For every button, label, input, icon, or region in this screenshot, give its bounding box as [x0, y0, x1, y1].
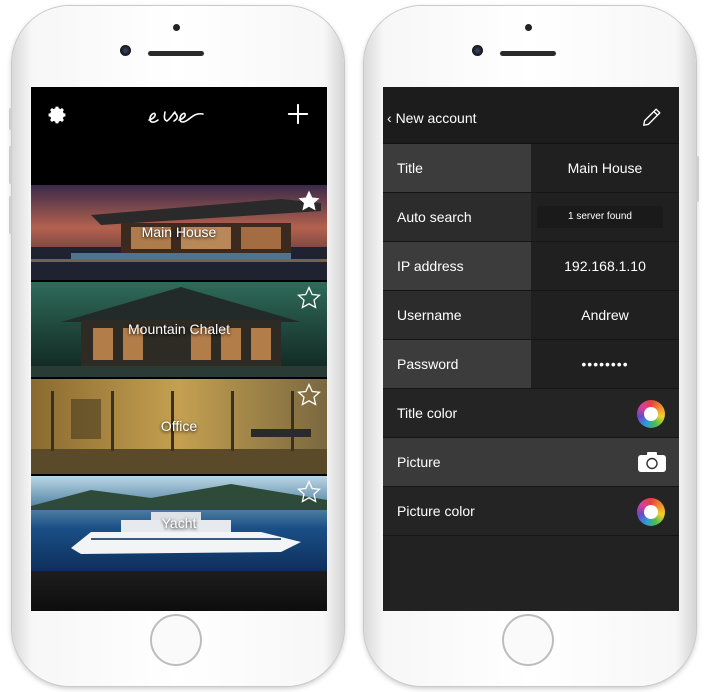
right-screen: ‹ New account Title Main House Auto sear…: [383, 87, 679, 611]
star-icon[interactable]: [297, 383, 321, 407]
star-icon[interactable]: [297, 286, 321, 310]
gear-icon[interactable]: [46, 104, 68, 126]
row-ip-address[interactable]: IP address 192.168.1.10: [383, 242, 679, 291]
place-label: Office: [160, 418, 198, 434]
place-label: Main House: [141, 224, 217, 240]
place-label: Mountain Chalet: [128, 321, 230, 337]
row-label: Picture: [397, 454, 441, 470]
row-label: Title: [397, 160, 423, 176]
color-wheel-icon[interactable]: [637, 498, 665, 526]
camera-icon[interactable]: [637, 451, 667, 473]
earpiece-speaker: [500, 51, 556, 56]
left-screen: Main House Mountain Chalet Office Yacht: [31, 87, 327, 611]
row-label: IP address: [397, 258, 464, 274]
place-tile-mountain-chalet[interactable]: Mountain Chalet: [31, 282, 327, 377]
row-password[interactable]: Password ••••••••: [383, 340, 679, 389]
nav-bar: ‹ New account: [383, 87, 679, 144]
eve-logo: [148, 111, 204, 123]
title-value[interactable]: Main House: [531, 160, 679, 176]
volume-up-button: [9, 146, 12, 184]
front-camera: [472, 45, 483, 56]
back-label: New account: [395, 110, 477, 126]
volume-down-button: [9, 196, 12, 234]
ip-address-value[interactable]: 192.168.1.10: [531, 258, 679, 274]
row-label: Username: [397, 307, 462, 323]
row-title-color[interactable]: Title color: [383, 389, 679, 438]
auto-search-value[interactable]: 1 server found: [537, 206, 663, 228]
power-button: [696, 156, 699, 202]
color-wheel-icon[interactable]: [637, 400, 665, 428]
phone-left: Main House Mountain Chalet Office Yacht: [9, 6, 344, 686]
back-button[interactable]: ‹ New account: [387, 110, 477, 126]
back-chevron-icon: ‹: [387, 110, 392, 126]
place-tile-office[interactable]: Office: [31, 379, 327, 474]
home-button[interactable]: [502, 614, 554, 666]
place-tile-yacht[interactable]: Yacht: [31, 476, 327, 571]
username-value[interactable]: Andrew: [531, 307, 679, 323]
proximity-sensor: [525, 24, 532, 31]
row-username[interactable]: Username Andrew: [383, 291, 679, 340]
row-auto-search[interactable]: Auto search 1 server found: [383, 193, 679, 242]
home-button[interactable]: [150, 614, 202, 666]
row-title[interactable]: Title Main House: [383, 144, 679, 193]
earpiece-speaker: [148, 51, 204, 56]
row-label: Auto search: [397, 209, 472, 225]
pencil-icon[interactable]: [641, 106, 663, 128]
place-label: Yacht: [161, 515, 197, 531]
phone-right: ‹ New account Title Main House Auto sear…: [364, 6, 699, 686]
star-icon[interactable]: [297, 480, 321, 504]
row-label: Password: [397, 356, 459, 372]
star-icon[interactable]: [297, 189, 321, 213]
row-label: Picture color: [397, 503, 475, 519]
row-picture[interactable]: Picture: [383, 438, 679, 487]
plus-icon[interactable]: [287, 103, 309, 125]
place-tile-main-house[interactable]: Main House: [31, 185, 327, 280]
bottom-band: [31, 571, 327, 611]
mute-switch: [9, 108, 12, 130]
top-bar: [31, 87, 327, 179]
proximity-sensor: [173, 24, 180, 31]
row-picture-color[interactable]: Picture color: [383, 487, 679, 536]
password-value[interactable]: ••••••••: [531, 356, 679, 372]
row-label: Title color: [397, 405, 458, 421]
front-camera: [120, 45, 131, 56]
